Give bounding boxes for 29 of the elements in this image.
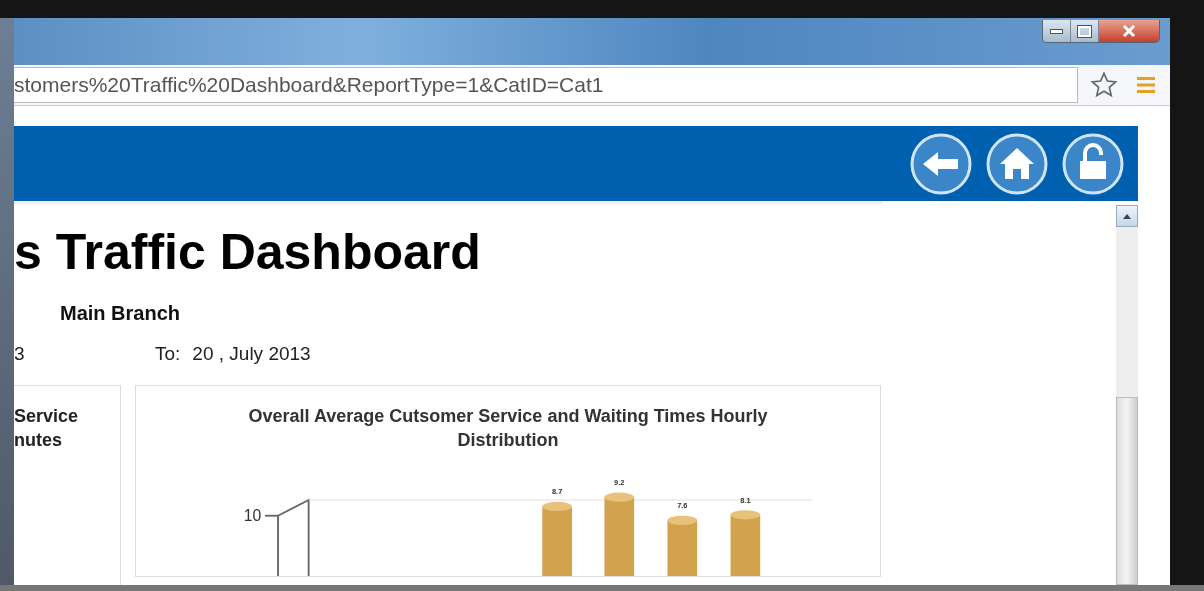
scrollbar[interactable]: [1116, 205, 1138, 585]
axis-label: 10: [243, 507, 262, 525]
bar: [730, 510, 761, 576]
scroll-up-button[interactable]: [1116, 205, 1138, 227]
to-date: 20 , July 2013: [192, 343, 311, 365]
card-title: Service: [14, 405, 80, 428]
tick-mark: [264, 514, 279, 517]
close-button[interactable]: [1099, 20, 1159, 42]
address-bar[interactable]: stomers%20Traffic%20Dashboard&ReportType=1&CatID=Cat1: [14, 67, 1078, 103]
chart-title: Overall Average Cutsomer Service and Waiting Times Hourly Distribution: [247, 405, 769, 452]
branch-name: Main Branch: [60, 302, 182, 325]
unlock-icon[interactable]: [1062, 132, 1124, 195]
page-title: s Traffic Dashboard: [14, 223, 482, 282]
back-icon[interactable]: [910, 132, 972, 195]
data-label: 8.1: [740, 495, 751, 505]
card-title: nutes: [14, 429, 63, 452]
data-label: 7.6: [677, 501, 688, 511]
home-icon[interactable]: [986, 132, 1048, 195]
caret-icon: [1123, 213, 1131, 219]
data-label: 9.2: [614, 478, 625, 488]
minimize-button[interactable]: [1043, 20, 1071, 42]
close-icon: [1122, 25, 1136, 37]
to-label: To:: [155, 343, 181, 365]
star-icon[interactable]: [1090, 71, 1118, 99]
bar: [667, 515, 698, 576]
from-date: 3: [14, 343, 26, 365]
maximize-button[interactable]: [1071, 20, 1099, 42]
data-label: 8.7: [552, 487, 563, 497]
scroll-thumb[interactable]: [1116, 397, 1138, 585]
